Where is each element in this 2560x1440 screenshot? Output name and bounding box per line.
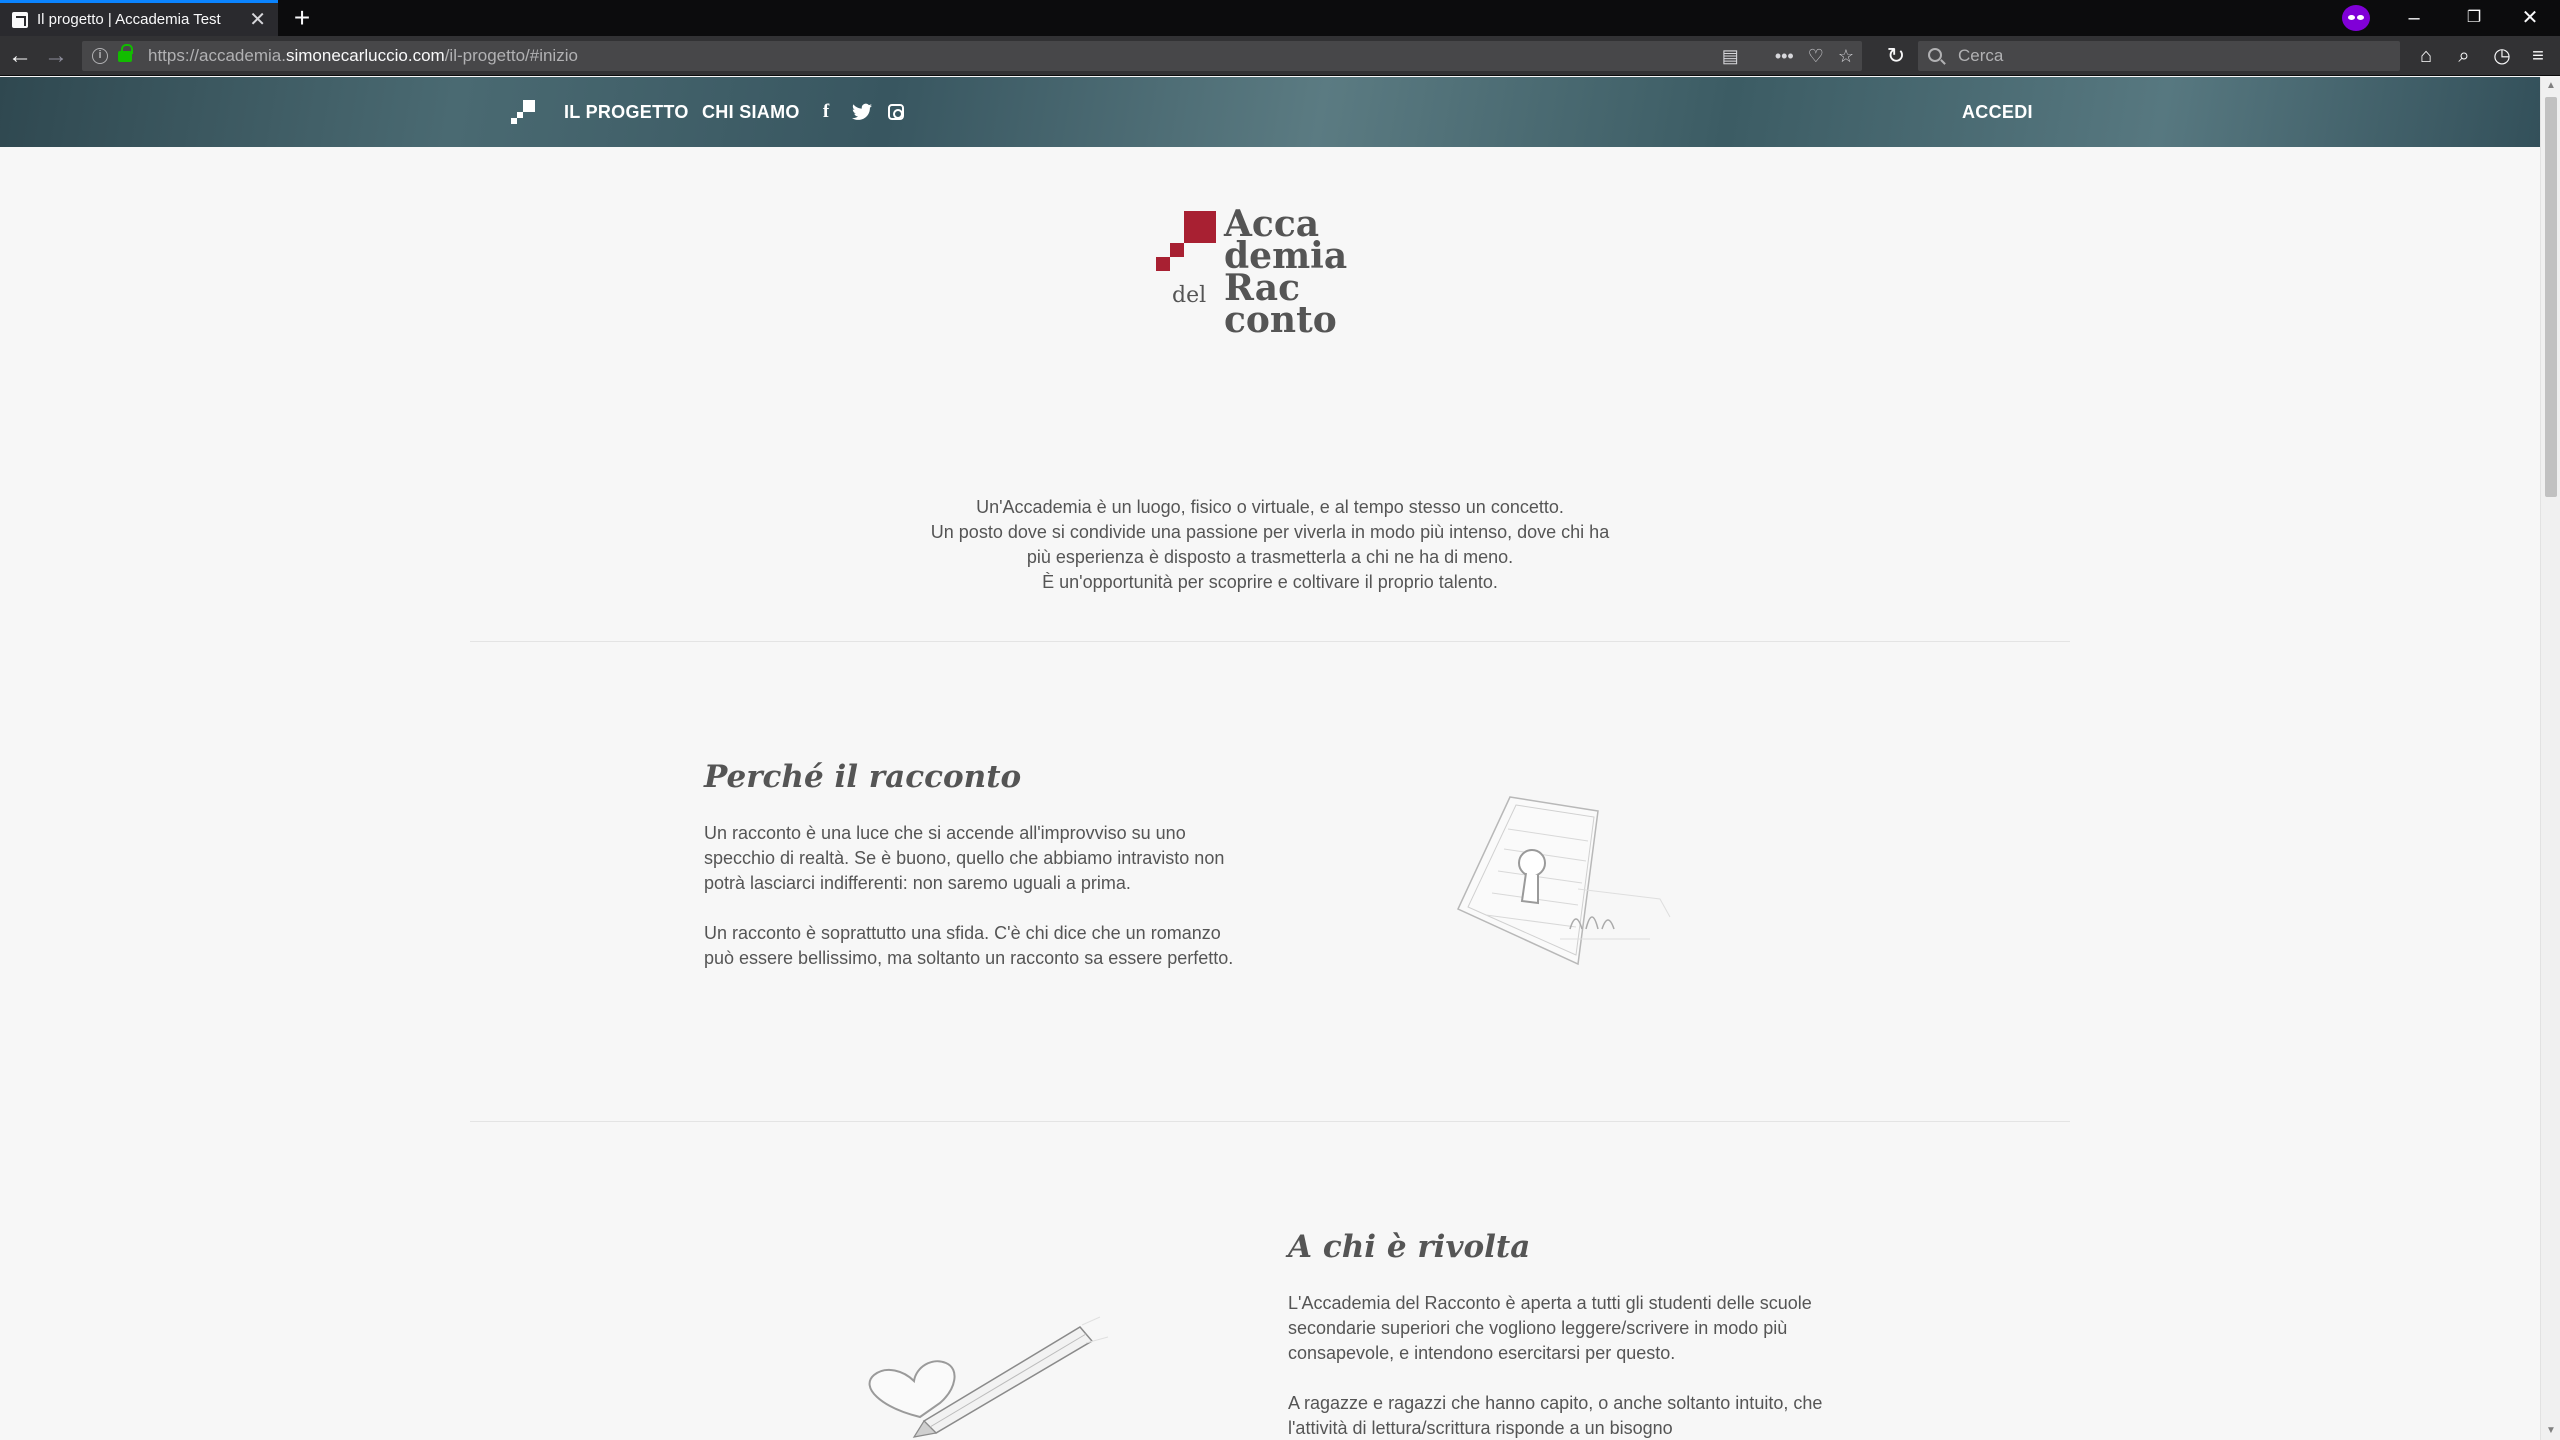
section-title-a-chi-e-rivolta: A chi è rivolta	[1288, 1229, 1531, 1265]
browser-navigation-bar: ← → i https://accademia.simonecarluccio.…	[0, 36, 2560, 76]
menu-icon[interactable]: ≡	[2522, 40, 2554, 72]
twitter-icon[interactable]	[852, 102, 872, 122]
bookmark-star-icon[interactable]: ☆	[1838, 46, 1854, 67]
intro-text: Un'Accademia è un luogo, fisico o virtua…	[830, 495, 1710, 595]
home-icon[interactable]: ⌂	[2410, 40, 2442, 72]
page-actions-icon[interactable]: •••	[1775, 46, 1794, 67]
minimize-window-button[interactable]: –	[2386, 0, 2442, 36]
history-icon[interactable]: ◷	[2486, 40, 2518, 72]
nav-link-il-progetto[interactable]: IL PROGETTO	[564, 77, 689, 147]
close-window-button[interactable]: ✕	[2502, 0, 2558, 36]
pocket-icon[interactable]: ♡	[1808, 46, 1824, 67]
nav-link-chi-siamo[interactable]: CHI SIAMO	[702, 77, 800, 147]
site-info-icon[interactable]: i	[92, 48, 108, 64]
logo-word-del: del	[1172, 283, 1207, 308]
section-paragraph: A ragazze e ragazzi che hanno capito, o …	[1288, 1393, 1823, 1438]
secure-lock-icon[interactable]	[118, 44, 133, 62]
paper-keyhole-illustration	[1457, 796, 1671, 966]
restore-window-button[interactable]: ❐	[2446, 0, 2502, 36]
logo-word-conto: conto	[1224, 299, 1337, 341]
search-placeholder: Cerca	[1958, 46, 2004, 65]
section-body-perche-il-racconto: Un racconto è una luce che si accende al…	[704, 821, 1244, 996]
intro-line: Un'Accademia è un luogo, fisico o virtua…	[976, 497, 1564, 517]
logo-square-small	[1156, 257, 1170, 271]
intro-line: più esperienza è disposto a trasmetterla…	[1026, 547, 1514, 567]
back-arrow-icon[interactable]: ←	[4, 40, 36, 72]
section-divider	[470, 641, 2070, 642]
url-path: /il-progetto/#inizio	[444, 46, 578, 65]
login-link[interactable]: ACCEDI	[1962, 77, 2033, 147]
scroll-down-arrow-icon[interactable]: ▼	[2545, 1426, 2557, 1436]
scrollbar-thumb[interactable]	[2545, 97, 2557, 497]
scroll-up-arrow-icon[interactable]: ▲	[2545, 81, 2557, 91]
section-paragraph: L'Accademia del Racconto è aperta a tutt…	[1288, 1293, 1812, 1363]
reload-icon[interactable]: ↻	[1880, 40, 1912, 72]
url-host: simonecarluccio.com	[285, 46, 445, 65]
site-logo-icon[interactable]	[509, 100, 535, 126]
search-icon	[1928, 48, 1942, 62]
url-text[interactable]: https://accademia.simonecarluccio.com/il…	[148, 41, 578, 71]
new-tab-button[interactable]: +	[286, 2, 318, 34]
reader-view-icon[interactable]: ▤	[1722, 46, 1739, 67]
heart-pencil-illustration	[868, 1316, 1109, 1438]
page-viewport: IL PROGETTO CHI SIAMO f ACCEDI Acca demi…	[0, 77, 2540, 1440]
section-divider	[470, 1121, 2070, 1122]
instagram-icon[interactable]	[888, 104, 904, 120]
site-favicon-icon	[12, 11, 28, 28]
section-title-perche-il-racconto: Perché il racconto	[704, 759, 1022, 795]
url-prefix: https://accademia.	[148, 46, 286, 65]
page-scrollbar[interactable]: ▲ ▼	[2540, 77, 2560, 1440]
close-tab-icon[interactable]: ✕	[249, 10, 266, 30]
logo-square-large	[1184, 211, 1216, 243]
intro-line: È un'opportunità per scoprire e coltivar…	[1042, 572, 1498, 592]
address-bar-actions: ▤ ••• ♡ ☆	[1722, 41, 1854, 71]
site-header: IL PROGETTO CHI SIAMO f ACCEDI	[0, 77, 2540, 147]
logo-square-medium	[1170, 243, 1184, 257]
forward-arrow-icon[interactable]: →	[40, 40, 72, 72]
search-bar[interactable]: Cerca	[1918, 41, 2400, 71]
tab-title: Il progetto | Accademia Test	[37, 11, 221, 28]
intro-line: Un posto dove si condivide una passione …	[930, 522, 1610, 542]
accademia-del-racconto-logo: Acca demia del Rac conto	[1148, 206, 1398, 361]
section-body-a-chi-e-rivolta: L'Accademia del Racconto è aperta a tutt…	[1288, 1291, 1848, 1440]
browser-tab[interactable]: Il progetto | Accademia Test ✕	[0, 0, 278, 36]
private-browsing-mask-icon	[2342, 5, 2370, 31]
section-paragraph: Un racconto è una luce che si accende al…	[704, 823, 1225, 893]
facebook-icon[interactable]: f	[820, 102, 832, 122]
address-bar[interactable]: i https://accademia.simonecarluccio.com/…	[82, 41, 1862, 71]
search-toolbar-icon[interactable]: ⌕	[2448, 40, 2480, 72]
browser-tab-bar: Il progetto | Accademia Test ✕ + – ❐ ✕	[0, 0, 2560, 36]
section-paragraph: Un racconto è soprattutto una sfida. C'è…	[704, 923, 1234, 968]
